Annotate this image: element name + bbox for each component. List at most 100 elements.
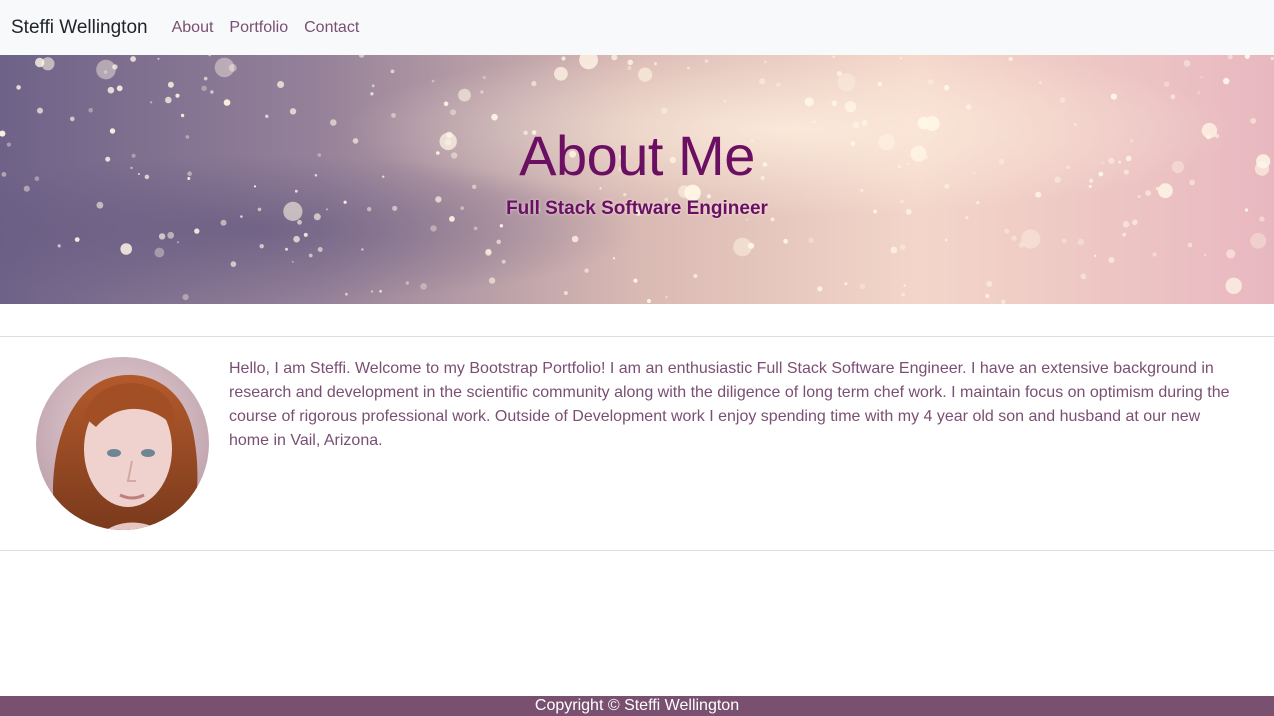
sparkle-dot bbox=[120, 243, 132, 255]
sparkle-dot bbox=[859, 283, 866, 290]
sparkle-dot bbox=[74, 237, 80, 243]
sparkle-dot bbox=[1197, 91, 1201, 95]
sparkle-dot bbox=[450, 109, 457, 116]
sparkle-dot bbox=[1108, 257, 1115, 263]
sparkle-dot bbox=[1020, 229, 1041, 249]
sparkle-dot bbox=[899, 57, 903, 60]
sparkle-dot bbox=[646, 298, 652, 304]
sparkle-dot bbox=[1225, 277, 1242, 294]
sparkle-dot bbox=[1080, 273, 1087, 280]
sparkle-dot bbox=[1004, 228, 1010, 234]
sparkle-dot bbox=[927, 79, 934, 85]
sparkle-dot bbox=[297, 219, 302, 225]
sparkle-dot bbox=[1223, 77, 1230, 85]
sparkle-dot bbox=[653, 62, 657, 66]
navbar-brand[interactable]: Steffi Wellington bbox=[11, 17, 148, 39]
sparkle-dot bbox=[1061, 238, 1067, 244]
divider-top bbox=[0, 336, 1274, 337]
sparkle-dot bbox=[665, 295, 668, 299]
sparkle-dot bbox=[1122, 221, 1130, 228]
sparkle-dot bbox=[88, 107, 93, 113]
sparkle-dot bbox=[723, 99, 727, 103]
sparkle-dot bbox=[554, 66, 568, 81]
sparkle-dot bbox=[1152, 252, 1157, 257]
sparkle-dot bbox=[158, 233, 166, 240]
sparkle-dot bbox=[228, 64, 237, 72]
navbar: Steffi Wellington About Portfolio Contac… bbox=[0, 0, 1274, 55]
sparkle-dot bbox=[294, 189, 298, 193]
sparkle-dot bbox=[70, 116, 75, 122]
sparkle-dot bbox=[230, 261, 237, 267]
sparkle-dot bbox=[482, 75, 486, 80]
profile-photo-icon bbox=[36, 357, 209, 530]
sparkle-dot bbox=[167, 81, 174, 88]
avatar bbox=[36, 357, 209, 530]
sparkle-dot bbox=[903, 284, 906, 287]
nav-link-contact[interactable]: Contact bbox=[304, 19, 359, 37]
sparkle-dot bbox=[985, 293, 990, 299]
sparkle-dot bbox=[944, 238, 948, 242]
sparkle-dot bbox=[943, 84, 950, 91]
sparkle-dot bbox=[661, 107, 668, 114]
sparkle-dot bbox=[149, 101, 153, 104]
sparkle-dot bbox=[1170, 94, 1176, 100]
sparkle-dot bbox=[167, 231, 175, 239]
sparkle-dot bbox=[1077, 238, 1085, 246]
nav-link-about[interactable]: About bbox=[172, 19, 214, 37]
sparkle-dot bbox=[431, 79, 435, 83]
sparkle-dot bbox=[259, 244, 264, 249]
sparkle-dot bbox=[157, 57, 160, 60]
sparkle-dot bbox=[965, 104, 972, 110]
nav-link-portfolio[interactable]: Portfolio bbox=[229, 19, 288, 37]
sparkle-dot bbox=[563, 291, 568, 295]
divider-bottom bbox=[0, 550, 1274, 551]
sparkle-dot bbox=[837, 73, 856, 92]
sparkle-dot bbox=[844, 282, 848, 286]
sparkle-dot bbox=[890, 246, 898, 254]
sparkle-dot bbox=[1011, 235, 1017, 241]
sparkle-dot bbox=[901, 292, 905, 297]
sparkle-dot bbox=[223, 99, 231, 106]
sparkle-dot bbox=[638, 67, 653, 82]
sparkle-dot bbox=[405, 281, 409, 285]
sparkle-dot bbox=[41, 57, 55, 71]
sparkle-dot bbox=[370, 290, 374, 293]
sparkle-dot bbox=[390, 69, 395, 74]
sparkle-dot bbox=[1183, 60, 1191, 67]
sparkle-dot bbox=[877, 81, 882, 87]
sparkle-dot bbox=[571, 235, 579, 243]
sparkle-dot bbox=[831, 100, 838, 107]
sparkle-dot bbox=[1163, 81, 1170, 87]
sparkle-dot bbox=[443, 101, 449, 107]
sparkle-dot bbox=[687, 66, 690, 70]
sparkle-dot bbox=[627, 65, 632, 71]
sparkle-dot bbox=[1094, 254, 1097, 257]
sparkle-dot bbox=[458, 88, 471, 102]
sparkle-dot bbox=[303, 232, 308, 237]
sparkle-dot bbox=[704, 59, 709, 63]
sparkle-dot bbox=[531, 81, 537, 87]
sparkle-dot bbox=[900, 244, 906, 250]
sparkle-dot bbox=[370, 92, 374, 96]
sparkle-dot bbox=[379, 289, 382, 293]
copyright-text: Copyright © Steffi Wellington bbox=[534, 697, 740, 714]
sparkle-dot bbox=[277, 81, 285, 88]
sparkle-dot bbox=[361, 248, 364, 251]
sparkle-dot bbox=[57, 244, 61, 248]
sparkle-dot bbox=[220, 219, 227, 226]
sparkle-dot bbox=[832, 55, 836, 59]
sparkle-dot bbox=[1039, 81, 1042, 84]
sparkle-dot bbox=[1270, 56, 1274, 61]
sparkle-dot bbox=[154, 247, 165, 258]
sparkle-dot bbox=[480, 90, 484, 94]
sparkle-dot bbox=[693, 273, 698, 279]
sparkle-dot bbox=[293, 235, 300, 243]
sparkle-dot bbox=[265, 114, 269, 118]
sparkle-dot bbox=[430, 225, 437, 232]
sparkle-dot bbox=[1226, 249, 1236, 259]
sparkle-dot bbox=[485, 249, 492, 256]
hero-banner: About Me Full Stack Software Engineer bbox=[0, 55, 1274, 304]
sparkle-dot bbox=[783, 238, 788, 244]
sparkle-dot bbox=[37, 107, 43, 114]
sparkle-dot bbox=[116, 85, 123, 92]
